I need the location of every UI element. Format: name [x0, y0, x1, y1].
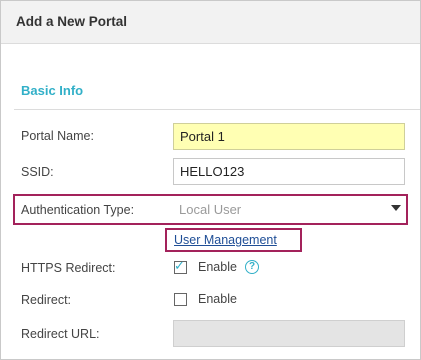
add-portal-dialog: Add a New Portal Basic Info Portal Name:… [0, 0, 421, 360]
portal-name-label: Portal Name: [21, 129, 94, 143]
ssid-input[interactable] [173, 158, 405, 185]
help-icon[interactable]: ? [245, 260, 259, 274]
https-redirect-checkbox[interactable]: ✓ [174, 258, 187, 274]
redirect-checkbox[interactable] [174, 293, 187, 306]
https-redirect-enable-label: Enable [198, 260, 237, 274]
user-management-link[interactable]: User Management [174, 233, 277, 247]
redirect-url-input[interactable] [173, 320, 405, 347]
authentication-type-select[interactable]: Local User [173, 196, 405, 222]
chevron-down-icon [391, 205, 401, 211]
https-redirect-label: HTTPS Redirect: [21, 261, 116, 275]
section-divider [14, 109, 420, 110]
redirect-enable-label: Enable [198, 292, 237, 306]
dialog-title: Add a New Portal [16, 14, 128, 29]
redirect-url-label: Redirect URL: [21, 327, 100, 341]
dialog-titlebar: Add a New Portal [1, 1, 420, 44]
ssid-label: SSID: [21, 165, 54, 179]
checkmark-icon: ✓ [174, 258, 185, 273]
authentication-type-value: Local User [179, 202, 242, 217]
authentication-type-label: Authentication Type: [21, 203, 135, 217]
section-title-basic-info: Basic Info [21, 83, 84, 98]
portal-name-input[interactable] [173, 123, 405, 150]
redirect-label: Redirect: [21, 293, 72, 307]
